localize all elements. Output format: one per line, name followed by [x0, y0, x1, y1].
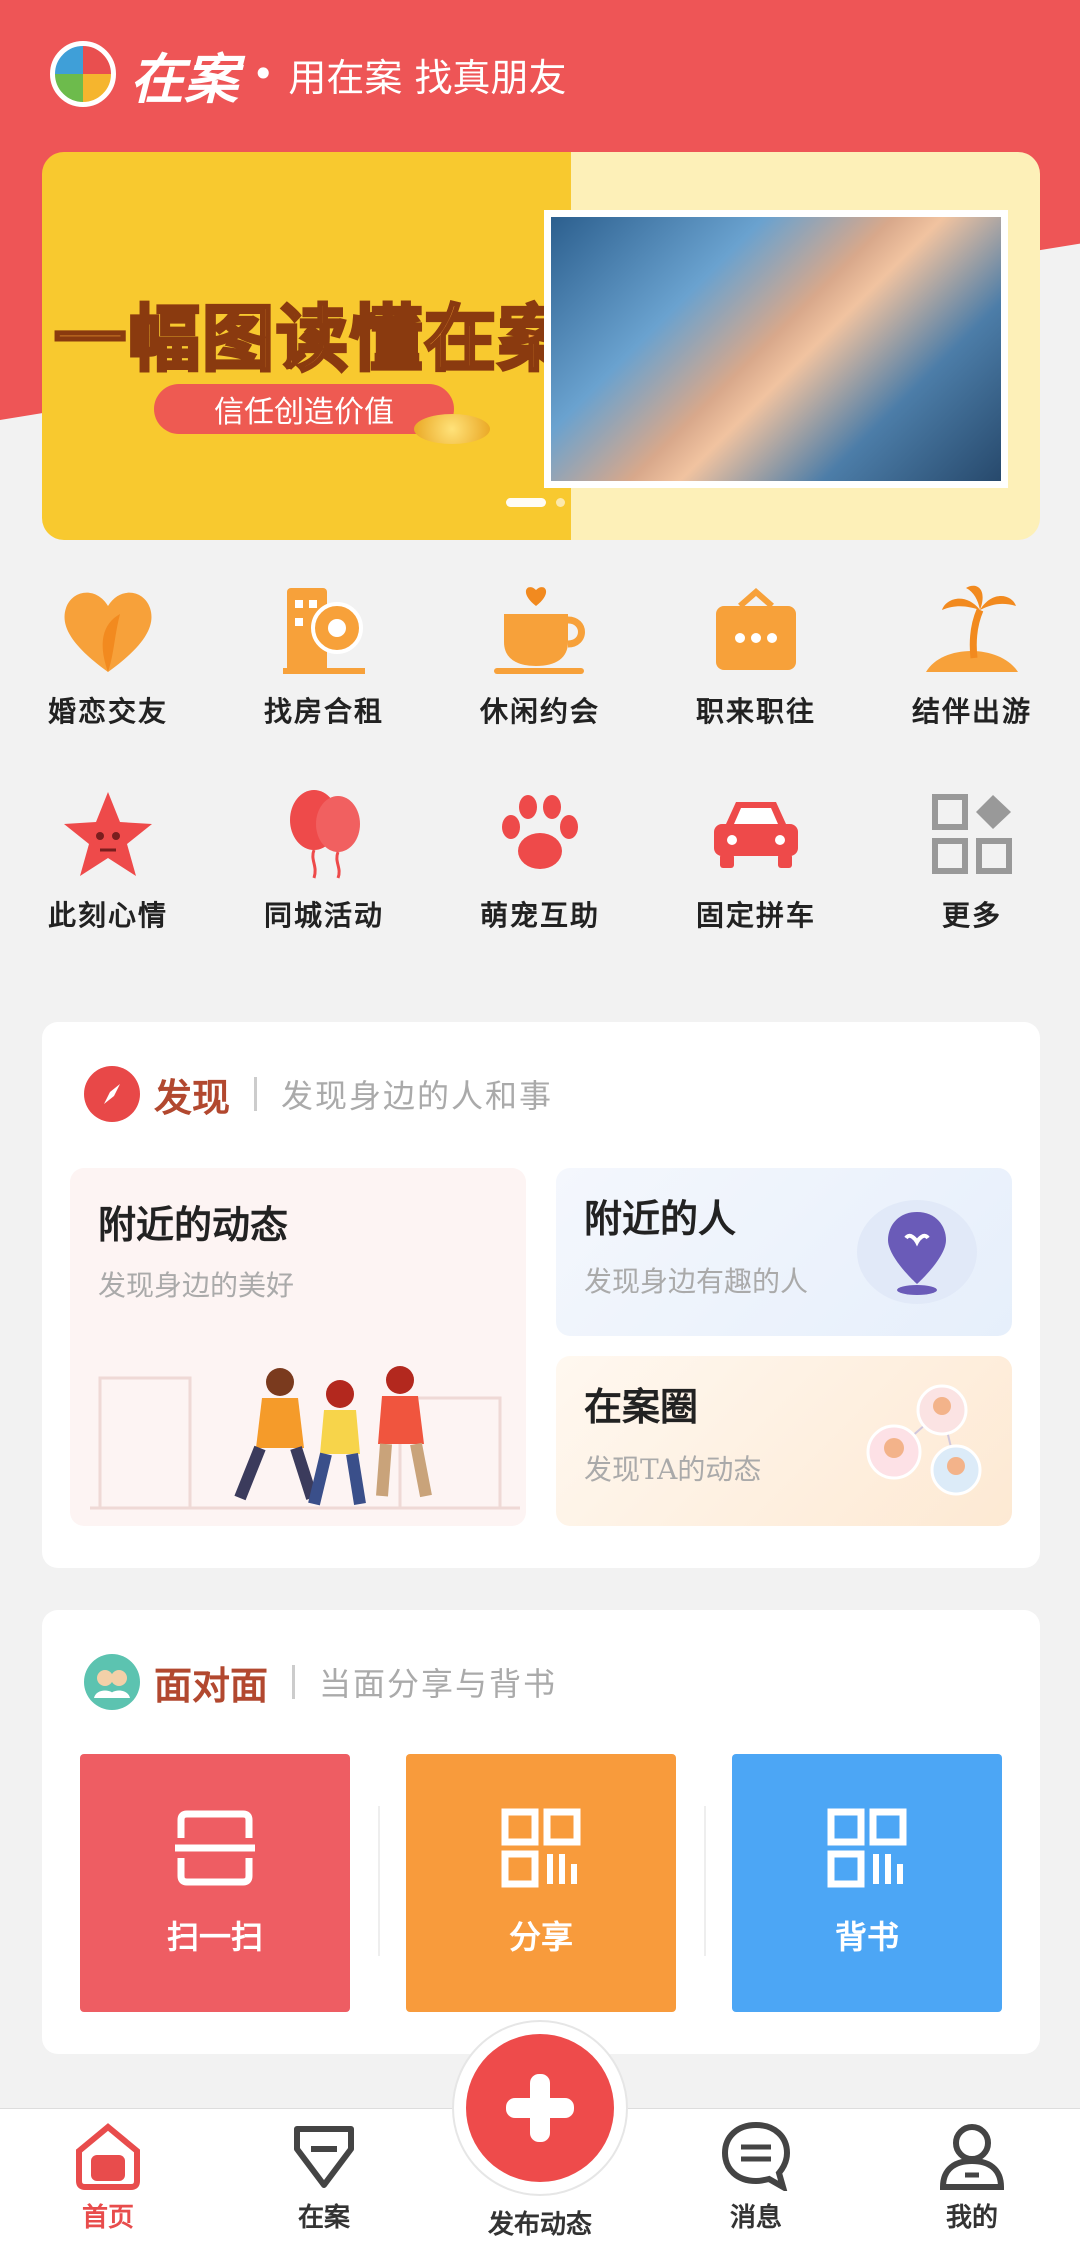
- category-item[interactable]: 更多: [864, 784, 1080, 934]
- paw-icon: [485, 784, 595, 884]
- card-subtitle: 发现身边有趣的人: [584, 1265, 809, 1298]
- palm-tree-icon: [917, 580, 1027, 680]
- category-item[interactable]: 此刻心情: [0, 784, 216, 934]
- tab-home[interactable]: 首页: [38, 2121, 178, 2234]
- category-label: 婚恋交友: [47, 695, 168, 728]
- carousel-dot: [556, 498, 565, 507]
- category-item[interactable]: 同城活动: [216, 784, 432, 934]
- car-icon: [701, 784, 811, 884]
- star-face-icon: [53, 784, 163, 884]
- category-label: 职来职往: [695, 695, 816, 728]
- divider: [254, 1077, 258, 1111]
- category-item[interactable]: 结伴出游: [864, 580, 1080, 730]
- heart-icon: [53, 580, 163, 680]
- category-item[interactable]: 休闲约会: [432, 580, 648, 730]
- home-icon: [76, 2123, 140, 2190]
- message-icon: [721, 2121, 791, 2191]
- badge-icon: [294, 2126, 354, 2188]
- logo-text: 在案: [130, 46, 238, 111]
- briefcase-icon: [701, 580, 811, 680]
- plus-icon: [506, 2074, 574, 2142]
- category-label: 同城活动: [263, 899, 384, 932]
- card-title: 在案圈: [584, 1384, 699, 1429]
- two-people-icon: [84, 1654, 140, 1710]
- tab-messages[interactable]: 消息: [686, 2121, 826, 2234]
- category-label: 找房合租: [263, 695, 384, 728]
- publish-label: 发布动态: [487, 2210, 592, 2240]
- tab-mine[interactable]: 我的: [902, 2121, 1042, 2234]
- category-label: 休闲约会: [479, 695, 600, 728]
- balloons-icon: [269, 784, 379, 884]
- scan-button[interactable]: 扫一扫: [80, 1754, 350, 2012]
- divider: [378, 1806, 380, 1956]
- carousel-indicator: [506, 498, 565, 507]
- banner-title: 一幅图读懂在案: [52, 296, 573, 383]
- endorse-label: 背书: [834, 1918, 899, 1956]
- card-title: 附近的动态: [98, 1202, 289, 1247]
- tab-zaian[interactable]: 在案: [254, 2121, 394, 2234]
- user-icon: [939, 2124, 1005, 2190]
- discover-title: 发现: [154, 1074, 231, 1120]
- nearby-posts-card[interactable]: 附近的动态 发现身边的美好: [70, 1168, 526, 1526]
- qr-code-icon: [827, 1808, 907, 1888]
- category-label: 结伴出游: [911, 695, 1032, 728]
- qr-code-icon: [501, 1808, 581, 1888]
- discover-section: 发现 发现身边的人和事 附近的动态 发现身边的美好 附近的人 发现身边有趣的人: [42, 1022, 1040, 1568]
- face-to-face-section: 面对面 当面分享与背书 扫一扫 分享 背书: [42, 1610, 1040, 2054]
- category-item[interactable]: 找房合租: [216, 580, 432, 730]
- discover-subtitle: 发现身边的人和事: [281, 1077, 554, 1115]
- carousel-dot-active: [506, 498, 546, 507]
- banner-pill: 信任创造价值: [154, 384, 454, 434]
- tab-label: 在案: [297, 2203, 350, 2233]
- face-to-face-subtitle: 当面分享与背书: [319, 1665, 558, 1703]
- scan-icon: [175, 1810, 255, 1886]
- building-pin-icon: [269, 580, 379, 680]
- scan-label: 扫一扫: [166, 1918, 263, 1956]
- grid-more-icon: [917, 784, 1027, 884]
- coins-icon: [414, 414, 490, 444]
- discover-header: 发现 发现身边的人和事: [84, 1066, 553, 1122]
- category-label: 此刻心情: [47, 899, 168, 932]
- category-item[interactable]: 职来职往: [648, 580, 864, 730]
- tab-label: 首页: [81, 2203, 134, 2233]
- divider: [704, 1806, 706, 1956]
- dancing-people-illustration: [90, 1366, 520, 1510]
- logo-icon: [50, 41, 116, 107]
- promo-banner[interactable]: 一幅图读懂在案 信任创造价值: [42, 152, 1040, 540]
- card-title: 附近的人: [584, 1196, 737, 1241]
- header-bullet: •: [252, 52, 275, 96]
- category-item[interactable]: 固定拼车: [648, 784, 864, 934]
- divider: [292, 1665, 296, 1699]
- banner-photo: [544, 210, 1008, 488]
- face-to-face-title: 面对面: [154, 1662, 269, 1708]
- compass-icon: [84, 1066, 140, 1122]
- category-grid: 婚恋交友 找房合租 休闲约会 职来职往 结伴出游 此刻心情 同城活动 萌宠互助 …: [0, 580, 1080, 934]
- tab-label: 我的: [945, 2203, 998, 2233]
- zaian-circle-card[interactable]: 在案圈 发现TA的动态: [556, 1356, 1012, 1526]
- location-pin-icon: [857, 1200, 977, 1304]
- category-label: 更多: [941, 899, 1002, 932]
- share-label: 分享: [508, 1918, 573, 1956]
- share-button[interactable]: 分享: [406, 1754, 676, 2012]
- app-header: 在案 • 用在案 找真朋友: [50, 34, 567, 114]
- nearby-people-card[interactable]: 附近的人 发现身边有趣的人: [556, 1168, 1012, 1336]
- card-subtitle: 发现TA的动态: [584, 1453, 762, 1486]
- card-subtitle: 发现身边的美好: [98, 1269, 295, 1302]
- category-item[interactable]: 婚恋交友: [0, 580, 216, 730]
- publish-button[interactable]: [466, 2034, 614, 2182]
- face-to-face-header: 面对面 当面分享与背书: [84, 1654, 557, 1710]
- category-label: 固定拼车: [695, 899, 816, 932]
- category-item[interactable]: 萌宠互助: [432, 784, 648, 934]
- tab-label: 消息: [729, 2203, 782, 2233]
- coffee-cup-icon: [485, 580, 595, 680]
- endorse-button[interactable]: 背书: [732, 1754, 1002, 2012]
- people-network-icon: [866, 1384, 982, 1496]
- header-slogan: 用在案 找真朋友: [288, 55, 567, 100]
- category-label: 萌宠互助: [479, 899, 600, 932]
